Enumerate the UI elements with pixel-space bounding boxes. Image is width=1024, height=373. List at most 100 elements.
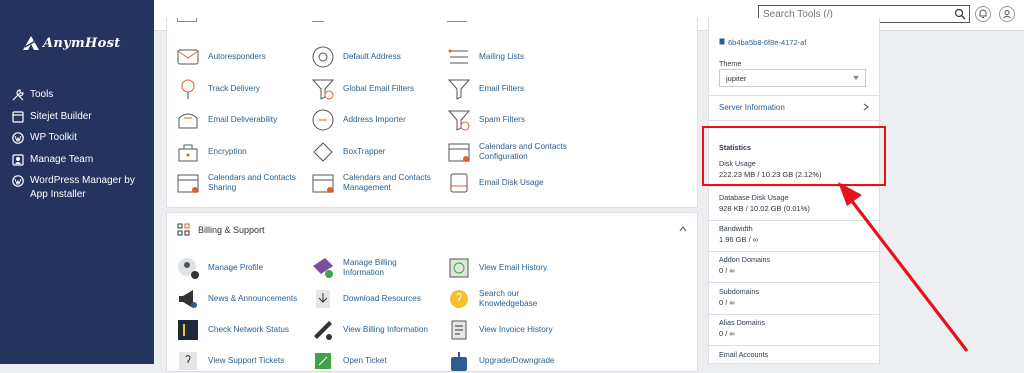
tool-label: Global Email Filters	[343, 83, 414, 93]
email-deliverability-icon	[178, 113, 198, 129]
logo-text: AnymHost	[43, 35, 121, 51]
chevron-up-icon[interactable]	[679, 225, 687, 233]
tool-label: Autoresponders	[208, 52, 266, 61]
sidebar-item-wordpress-manager[interactable]: WordPress Manager by App Installer	[0, 174, 154, 202]
tool-view-email-history[interactable]: View Email History	[447, 256, 572, 280]
caret-down-icon	[853, 76, 859, 80]
tool-view-billing-information[interactable]: View Billing Information	[311, 318, 436, 342]
tool-calendars-and-contacts-configuration[interactable]: Calendars and Contacts Configuration	[447, 140, 572, 164]
tool-label: Manage Profile	[208, 263, 264, 272]
stat-value: 222.23 MB / 10.23 GB (2.12%)	[719, 170, 822, 179]
tool-email-filters[interactable]: Email Filters	[447, 77, 572, 101]
address-importer-icon	[312, 109, 334, 131]
calendar-config-icon	[448, 143, 470, 162]
divider	[709, 95, 881, 96]
spam-filters-icon	[447, 110, 471, 131]
tool-spam-filters[interactable]: Spam Filters	[447, 108, 572, 132]
tool-label: View Billing Information	[343, 325, 428, 334]
notifications-button[interactable]	[975, 6, 991, 22]
tool-label: Calendars and Contacts Configuration	[479, 141, 567, 161]
server-information-link[interactable]: Server Information	[719, 103, 785, 112]
user-icon	[1003, 10, 1011, 19]
tool-track-delivery[interactable]: Track Delivery	[176, 77, 301, 101]
divider	[709, 345, 881, 346]
open-ticket-icon	[315, 353, 331, 369]
search-icon[interactable]	[954, 8, 966, 20]
bell-icon	[979, 9, 987, 18]
tool-address-importer[interactable]: Address Importer	[311, 108, 436, 132]
divider	[709, 120, 881, 121]
stat-label: Email Accounts	[719, 350, 769, 359]
tool-manage-billing-information[interactable]: Manage Billing Information	[311, 256, 436, 280]
section-title: Billing & Support	[198, 224, 265, 235]
tool-encryption[interactable]: Encryption	[176, 140, 301, 164]
tool-upgrade-downgrade[interactable]: Upgrade/Downgrade	[447, 349, 572, 373]
brand-logo[interactable]: AnymHost	[22, 32, 132, 54]
sidebar-item-label: Tools	[30, 89, 54, 100]
boxtrapper-icon	[313, 141, 333, 162]
view-email-history-icon	[449, 258, 469, 278]
tool-email-deliverability[interactable]: Email Deliverability	[176, 108, 301, 132]
tool-label: Check Network Status	[208, 325, 289, 334]
tool-check-network-status[interactable]: Check Network Status	[176, 318, 301, 342]
divider	[709, 186, 881, 187]
sidebar-item-label: WP Toolkit	[30, 132, 77, 143]
stat-value: 0 / ∞	[719, 298, 735, 307]
sidebar-item-label: Manage Team	[30, 153, 94, 165]
sidebar-item-manage-team[interactable]: Manage Team	[0, 153, 154, 167]
tool-news-and-announcements[interactable]: News & Announcements	[176, 287, 301, 311]
chevron-right-icon[interactable]	[862, 103, 870, 111]
sidebar-item-wp-toolkit[interactable]: WP Toolkit	[0, 131, 154, 145]
tool-search-our-knowledgebase[interactable]: Search our Knowledgebase	[447, 287, 572, 311]
theme-select[interactable]: jupiter	[719, 69, 866, 87]
global-email-filters-icon	[311, 79, 335, 100]
stat-value: 0 / ∞	[719, 266, 735, 275]
tool-label: Download Resources	[343, 294, 421, 303]
tool-view-invoice-history[interactable]: View Invoice History	[447, 318, 572, 342]
tool-label: Open Ticket	[343, 356, 387, 365]
tool-label: Email Filters	[479, 83, 525, 93]
account-id-link[interactable]: 6b4ba5b8-6f8e-4172-af	[728, 38, 806, 47]
tool-label: BoxTrapper	[343, 146, 386, 156]
tool-download-resources[interactable]: Download Resources	[311, 287, 436, 311]
tool-mailing-lists[interactable]: Mailing Lists	[447, 45, 572, 69]
tool-label: Encryption	[208, 146, 247, 156]
tool-boxtrapper[interactable]: BoxTrapper	[311, 140, 436, 164]
sidebar-item-sitejet[interactable]: Sitejet Builder	[0, 110, 154, 124]
tool-label: Email Deliverability	[208, 115, 278, 124]
sidebar-item-tools[interactable]: Tools	[0, 88, 154, 102]
tool-label: Search our Knowledgebase	[479, 289, 538, 308]
tool-label: Email Disk Usage	[479, 178, 544, 187]
sidebar-item-label: Sitejet Builder	[30, 110, 92, 122]
panel-top-cut-icons	[167, 18, 699, 28]
stat-label: Database Disk Usage	[719, 193, 789, 202]
tool-email-disk-usage[interactable]: Email Disk Usage	[447, 171, 572, 195]
tool-global-email-filters[interactable]: Global Email Filters	[311, 77, 436, 101]
wordpress-icon	[12, 132, 24, 144]
stat-label: Disk Usage	[719, 159, 756, 168]
tool-calendars-and-contacts-management[interactable]: Calendars and Contacts Management	[311, 171, 436, 195]
wordpress-manager-icon	[12, 175, 24, 187]
tool-open-ticket[interactable]: Open Ticket	[311, 349, 436, 373]
tool-label: View Support Tickets	[208, 356, 285, 365]
tool-autoresponders[interactable]: Autoresponders	[176, 45, 301, 69]
download-resources-icon	[316, 290, 330, 308]
theme-value: jupiter	[726, 74, 747, 83]
tools-icon	[12, 89, 24, 101]
user-menu-button[interactable]	[999, 6, 1015, 22]
divider	[709, 282, 881, 283]
tool-label: Track Delivery	[208, 83, 261, 93]
tool-label: View Email History	[479, 263, 548, 272]
tool-label: Calendars and Contacts Management	[343, 173, 431, 192]
tool-default-address[interactable]: Default Address	[311, 45, 436, 69]
tool-label: Manage Billing Information	[343, 258, 397, 277]
billing-support-panel: Billing & Support Manage Profile Manage B…	[166, 212, 698, 372]
tool-manage-profile[interactable]: Manage Profile	[176, 256, 301, 280]
tool-view-support-tickets[interactable]: View Support Tickets	[176, 349, 301, 373]
sidebar-item-label: WordPress Manager by App Installer	[30, 175, 135, 200]
copy-icon	[719, 38, 725, 45]
billing-support-header[interactable]: Billing & Support	[177, 223, 265, 236]
manage-profile-icon	[178, 258, 199, 279]
tool-calendars-and-contacts-sharing[interactable]: Calendars and Contacts Sharing	[176, 171, 301, 195]
news-icon	[179, 290, 197, 308]
